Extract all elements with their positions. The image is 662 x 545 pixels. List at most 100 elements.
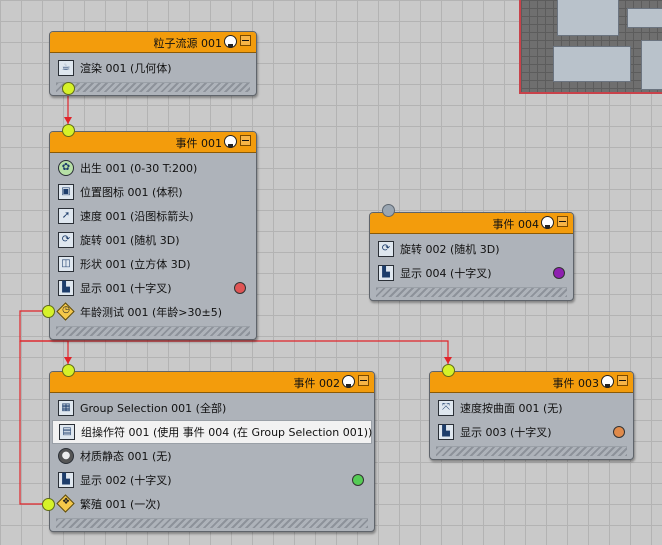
minimize-button[interactable] (358, 375, 369, 386)
node-footer (56, 326, 250, 336)
operator-label: 显示 002 (十字叉) (80, 474, 172, 487)
lightbulb-icon[interactable] (541, 216, 554, 229)
display-color-swatch[interactable] (613, 426, 625, 438)
node-event-003[interactable]: 事件 003 ⤧ 速度按曲面 001 (无) ▙ 显示 003 (十字叉) (429, 371, 634, 460)
node-title: 粒子流源 001 (153, 37, 223, 50)
operator-label: 位置图标 001 (体积) (80, 186, 183, 199)
node-footer (376, 287, 567, 297)
operator-display[interactable]: ▙ 显示 003 (十字叉) (430, 420, 633, 444)
operator-label: 形状 001 (立方体 3D) (80, 258, 191, 271)
age-test-icon: ◷ (57, 303, 75, 321)
viewport-preview[interactable] (519, 0, 662, 94)
operator-display[interactable]: ▙ 显示 001 (十字叉) (50, 276, 256, 300)
operator-group-operator[interactable]: ▤ 组操作符 001 (使用 事件 004 (在 Group Selection… (52, 420, 372, 444)
group-selection-icon: ▦ (58, 400, 74, 416)
operator-position-icon[interactable]: ▣ 位置图标 001 (体积) (50, 180, 256, 204)
operator-birth[interactable]: ✿ 出生 001 (0-30 T:200) (50, 156, 256, 180)
spawn-test-icon: ❖ (57, 495, 75, 513)
operator-spawn-test[interactable]: ❖ 繁殖 001 (一次) (50, 492, 374, 516)
speed-by-surface-icon: ⤧ (438, 400, 454, 416)
operator-label: 显示 001 (十字叉) (80, 282, 172, 295)
node-header[interactable]: 事件 002 (50, 372, 374, 393)
node-footer (56, 82, 250, 92)
test-output-port[interactable] (42, 498, 55, 511)
node-event-004[interactable]: 事件 004 ⟳ 旋转 002 (随机 3D) ▙ 显示 004 (十字叉) (369, 212, 574, 301)
node-title: 事件 004 (492, 218, 540, 231)
operator-shape[interactable]: ◫ 形状 001 (立方体 3D) (50, 252, 256, 276)
wire-agetest-event003 (20, 340, 449, 364)
input-port[interactable] (442, 364, 455, 377)
operator-display[interactable]: ▙ 显示 002 (十字叉) (50, 468, 374, 492)
operator-label: 旋转 002 (随机 3D) (400, 243, 500, 256)
teapot-icon: ☕ (58, 60, 74, 76)
rotation-icon: ⟳ (378, 241, 394, 257)
display-color-swatch[interactable] (553, 267, 565, 279)
lightbulb-icon[interactable] (224, 135, 237, 148)
operator-label: 显示 003 (十字叉) (460, 426, 552, 439)
display-icon: ▙ (438, 424, 454, 440)
material-static-icon: ● (58, 448, 74, 464)
operator-label: 组操作符 001 (使用 事件 004 (在 Group Selection 0… (81, 426, 373, 439)
operator-label: 出生 001 (0-30 T:200) (80, 162, 198, 175)
operator-label: 渲染 001 (几何体) (80, 62, 172, 75)
minimize-button[interactable] (557, 216, 568, 227)
wire-arrow (64, 357, 72, 364)
viewport-block (553, 46, 631, 82)
operator-label: 繁殖 001 (一次) (80, 498, 161, 511)
lightbulb-icon[interactable] (342, 375, 355, 388)
output-port[interactable] (62, 82, 75, 95)
viewport-block (627, 8, 662, 28)
wire-spawn-loop (19, 341, 48, 505)
node-title: 事件 001 (175, 137, 223, 150)
operator-speed[interactable]: ➚ 速度 001 (沿图标箭头) (50, 204, 256, 228)
position-icon-icon: ▣ (58, 184, 74, 200)
node-header[interactable]: 事件 004 (370, 213, 573, 234)
node-footer (56, 518, 368, 528)
node-particle-source[interactable]: 粒子流源 001 ☕ 渲染 001 (几何体) (49, 31, 257, 96)
operator-material-static[interactable]: ● 材质静态 001 (无) (50, 444, 374, 468)
shape-icon: ◫ (58, 256, 74, 272)
viewport-block (557, 0, 619, 36)
wire-arrow (64, 117, 72, 124)
input-port[interactable] (62, 124, 75, 137)
node-event-002[interactable]: 事件 002 ▦ Group Selection 001 (全部) ▤ 组操作符… (49, 371, 375, 532)
operator-group-selection[interactable]: ▦ Group Selection 001 (全部) (50, 396, 374, 420)
operator-label: Group Selection 001 (全部) (80, 402, 227, 415)
display-icon: ▙ (58, 472, 74, 488)
test-output-port[interactable] (42, 305, 55, 318)
operator-rotation[interactable]: ⟳ 旋转 002 (随机 3D) (370, 237, 573, 261)
minimize-button[interactable] (617, 375, 628, 386)
operator-speed-by-surface[interactable]: ⤧ 速度按曲面 001 (无) (430, 396, 633, 420)
operator-label: 旋转 001 (随机 3D) (80, 234, 180, 247)
viewport-block (641, 40, 662, 90)
node-header[interactable]: 粒子流源 001 (50, 32, 256, 53)
operator-label: 材质静态 001 (无) (80, 450, 172, 463)
operator-label: 显示 004 (十字叉) (400, 267, 492, 280)
node-event-001[interactable]: 事件 001 ✿ 出生 001 (0-30 T:200) ▣ 位置图标 001 … (49, 131, 257, 340)
display-color-swatch[interactable] (234, 282, 246, 294)
minimize-button[interactable] (240, 135, 251, 146)
operator-label: 速度 001 (沿图标箭头) (80, 210, 194, 223)
operator-label: 年龄测试 001 (年龄>30±5) (80, 306, 223, 319)
node-title: 事件 002 (293, 377, 341, 390)
node-header[interactable]: 事件 001 (50, 132, 256, 153)
lightbulb-icon[interactable] (224, 35, 237, 48)
operator-display[interactable]: ▙ 显示 004 (十字叉) (370, 261, 573, 285)
group-operator-icon: ▤ (59, 424, 75, 440)
input-port-unconnected[interactable] (382, 204, 395, 217)
operator-rotation[interactable]: ⟳ 旋转 001 (随机 3D) (50, 228, 256, 252)
input-port[interactable] (62, 364, 75, 377)
node-header[interactable]: 事件 003 (430, 372, 633, 393)
display-icon: ▙ (378, 265, 394, 281)
birth-icon: ✿ (58, 160, 74, 176)
operator-render[interactable]: ☕ 渲染 001 (几何体) (50, 56, 256, 80)
rotation-icon: ⟳ (58, 232, 74, 248)
minimize-button[interactable] (240, 35, 251, 46)
display-icon: ▙ (58, 280, 74, 296)
node-footer (436, 446, 627, 456)
display-color-swatch[interactable] (352, 474, 364, 486)
lightbulb-icon[interactable] (601, 375, 614, 388)
operator-label: 速度按曲面 001 (无) (460, 402, 563, 415)
wire-arrow (444, 357, 452, 364)
operator-age-test[interactable]: ◷ 年龄测试 001 (年龄>30±5) (50, 300, 256, 324)
